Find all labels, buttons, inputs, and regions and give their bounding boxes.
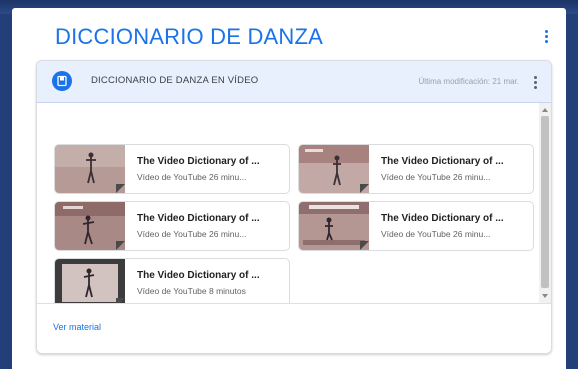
video-meta: Vídeo de YouTube 26 minu... (137, 229, 247, 239)
card-header: DICCIONARIO DE DANZA EN VÍDEO Última mod… (37, 61, 551, 103)
scroll-up-icon[interactable] (542, 108, 548, 112)
video-meta: Vídeo de YouTube 8 minutos (137, 286, 246, 296)
page-more-menu-icon[interactable] (538, 26, 554, 46)
video-thumbnail (299, 145, 369, 193)
video-item[interactable]: The Video Dictionary of ... Vídeo de You… (54, 258, 290, 308)
video-thumbnail (55, 259, 125, 307)
card-more-menu-icon[interactable] (530, 74, 540, 90)
video-thumbnail (55, 202, 125, 250)
card-footer: Ver material (37, 303, 551, 353)
video-item[interactable]: The Video Dictionary of ... Vídeo de You… (298, 201, 534, 251)
card-title[interactable]: DICCIONARIO DE DANZA EN VÍDEO (91, 75, 258, 86)
video-title: The Video Dictionary of ... (381, 213, 504, 224)
scrollbar[interactable] (539, 103, 551, 303)
scrollbar-thumb[interactable] (541, 116, 549, 288)
video-thumbnail (55, 145, 125, 193)
video-item[interactable]: The Video Dictionary of ... Vídeo de You… (54, 201, 290, 251)
page-header: DICCIONARIO DE DANZA (12, 8, 566, 62)
page: DICCIONARIO DE DANZA DICCIONARIO DE DANZ… (12, 8, 566, 369)
video-title: The Video Dictionary of ... (137, 270, 260, 281)
materials-list: The Video Dictionary of ... Vídeo de You… (37, 103, 551, 308)
page-title: DICCIONARIO DE DANZA (55, 24, 324, 49)
video-meta: Vídeo de YouTube 26 minu... (381, 229, 491, 239)
video-title: The Video Dictionary of ... (381, 156, 504, 167)
video-meta: Vídeo de YouTube 26 minu... (381, 172, 491, 182)
scroll-down-icon[interactable] (542, 294, 548, 298)
view-material-link[interactable]: Ver material (53, 322, 101, 332)
video-thumbnail (299, 202, 369, 250)
video-item[interactable]: The Video Dictionary of ... Vídeo de You… (54, 144, 290, 194)
folder-icon (52, 71, 72, 91)
video-meta: Vídeo de YouTube 26 minu... (137, 172, 247, 182)
last-modified-text: Última modificación: 21 mar. (418, 77, 519, 86)
video-item[interactable]: The Video Dictionary of ... Vídeo de You… (298, 144, 534, 194)
material-card: DICCIONARIO DE DANZA EN VÍDEO Última mod… (36, 60, 552, 354)
video-title: The Video Dictionary of ... (137, 156, 260, 167)
video-title: The Video Dictionary of ... (137, 213, 260, 224)
